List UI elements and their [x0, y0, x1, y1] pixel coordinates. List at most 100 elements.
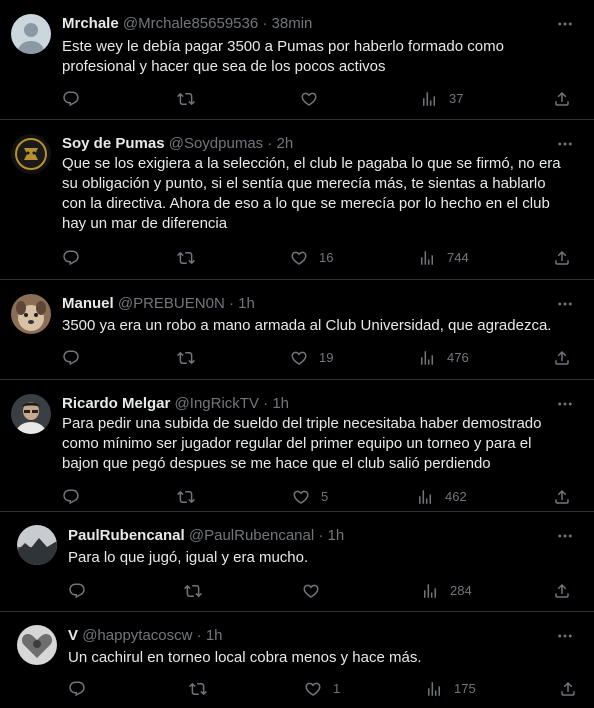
views-icon	[418, 349, 436, 367]
reply-tweet[interactable]: PaulRubencanal @PaulRubencanal · 1h Para…	[0, 512, 594, 612]
reply-button[interactable]	[62, 89, 91, 109]
views-button[interactable]: 284	[421, 581, 472, 601]
reply-button[interactable]	[62, 348, 91, 368]
tweet-header: Ricardo Melgar @IngRickTV · 1h	[62, 394, 289, 414]
retweet-button[interactable]	[184, 581, 213, 601]
pumas-logo-icon	[11, 134, 51, 174]
like-button[interactable]: 16	[290, 248, 333, 268]
like-button[interactable]: 5	[292, 487, 328, 507]
avatar[interactable]	[11, 394, 51, 434]
like-button[interactable]: 1	[304, 679, 340, 699]
reply-tweet[interactable]: V @happytacoscw · 1h Un cachirul en torn…	[0, 612, 594, 708]
separator-dot: ·	[262, 15, 268, 32]
reply-button[interactable]	[68, 679, 97, 699]
tweet-header: Manuel @PREBUEN0N · 1h	[62, 294, 255, 314]
share-button[interactable]	[553, 348, 571, 368]
retweet-icon	[177, 249, 195, 267]
avatar[interactable]	[17, 625, 57, 665]
user-handle[interactable]: @PREBUEN0N	[118, 295, 225, 312]
like-icon	[292, 488, 310, 506]
reply-tweet[interactable]: Mrchale @Mrchale85659536 · 38min Este we…	[0, 0, 594, 120]
reply-tweet[interactable]: Ricardo Melgar @IngRickTV · 1h Para pedi…	[0, 380, 594, 512]
tweet-text: Para pedir una subida de sueldo del trip…	[62, 415, 542, 472]
display-name[interactable]: Soy de Pumas	[62, 135, 165, 152]
share-icon	[553, 582, 571, 600]
views-button[interactable]: 744	[418, 248, 469, 268]
like-button[interactable]	[300, 89, 329, 109]
more-icon[interactable]	[556, 627, 574, 645]
reply-button[interactable]	[62, 248, 91, 268]
retweet-button[interactable]	[177, 89, 206, 109]
more-icon[interactable]	[556, 135, 574, 153]
display-name[interactable]: Manuel	[62, 295, 114, 312]
share-button[interactable]	[553, 89, 571, 109]
action-bar: 19 476	[62, 348, 582, 368]
share-button[interactable]	[553, 581, 571, 601]
action-bar: 16 744	[62, 248, 582, 268]
reply-button[interactable]	[62, 487, 91, 507]
user-handle[interactable]: @Soydpumas	[169, 135, 263, 152]
like-count: 1	[333, 681, 341, 696]
more-icon[interactable]	[556, 15, 574, 33]
default-avatar-icon	[11, 14, 51, 54]
retweet-button[interactable]	[177, 248, 206, 268]
tweet-header: V @happytacoscw · 1h	[68, 626, 223, 646]
like-button[interactable]	[302, 581, 331, 601]
views-button[interactable]: 476	[418, 348, 469, 368]
separator-dot: ·	[196, 627, 202, 644]
views-button[interactable]: 37	[420, 89, 463, 109]
avatar[interactable]	[11, 134, 51, 174]
display-name[interactable]: Ricardo Melgar	[62, 395, 170, 412]
more-icon[interactable]	[556, 527, 574, 545]
retweet-button[interactable]	[177, 487, 206, 507]
reply-tweet[interactable]: Manuel @PREBUEN0N · 1h 3500 ya era un ro…	[0, 280, 594, 380]
separator-dot: ·	[228, 295, 234, 312]
share-button[interactable]	[559, 679, 577, 699]
action-bar: 5 462	[62, 487, 582, 507]
retweet-button[interactable]	[177, 348, 206, 368]
like-icon	[302, 582, 320, 600]
display-name[interactable]: Mrchale	[62, 15, 119, 32]
like-count: 19	[319, 350, 334, 365]
user-handle[interactable]: @IngRickTV	[175, 395, 259, 412]
user-handle[interactable]: @happytacoscw	[82, 627, 192, 644]
tweet-header: PaulRubencanal @PaulRubencanal · 1h	[68, 526, 344, 546]
views-icon	[416, 488, 434, 506]
timestamp[interactable]: 1h	[328, 527, 345, 544]
tweet-text: 3500 ya era un robo a mano armada al Clu…	[62, 317, 552, 334]
separator-dot: ·	[318, 527, 324, 544]
more-icon[interactable]	[556, 295, 574, 313]
share-button[interactable]	[553, 248, 571, 268]
retweet-icon	[184, 582, 202, 600]
like-icon	[290, 249, 308, 267]
views-icon	[420, 90, 438, 108]
views-button[interactable]: 462	[416, 487, 467, 507]
timestamp[interactable]: 1h	[272, 395, 289, 412]
share-button[interactable]	[553, 487, 571, 507]
views-button[interactable]: 175	[425, 679, 476, 699]
display-name[interactable]: V	[68, 627, 78, 644]
reply-icon	[68, 582, 86, 600]
display-name[interactable]: PaulRubencanal	[68, 527, 185, 544]
more-icon[interactable]	[556, 395, 574, 413]
like-icon	[300, 90, 318, 108]
reply-tweet[interactable]: Soy de Pumas @Soydpumas · 2h Que se los …	[0, 120, 594, 280]
avatar[interactable]	[11, 294, 51, 334]
like-button[interactable]: 19	[290, 348, 333, 368]
reply-icon	[62, 488, 80, 506]
tweet-text: Para lo que jugó, igual y era mucho.	[68, 549, 309, 566]
timestamp[interactable]: 1h	[238, 295, 255, 312]
avatar[interactable]	[11, 14, 51, 54]
retweet-button[interactable]	[189, 679, 218, 699]
avatar[interactable]	[17, 525, 57, 565]
timestamp[interactable]: 1h	[206, 627, 223, 644]
timestamp[interactable]: 38min	[272, 15, 313, 32]
view-count: 175	[454, 681, 476, 696]
reply-button[interactable]	[68, 581, 97, 601]
view-count: 284	[450, 583, 472, 598]
timestamp[interactable]: 2h	[277, 135, 294, 152]
user-handle[interactable]: @PaulRubencanal	[189, 527, 314, 544]
reply-icon	[62, 90, 80, 108]
user-handle[interactable]: @Mrchale85659536	[123, 15, 258, 32]
share-icon	[553, 349, 571, 367]
